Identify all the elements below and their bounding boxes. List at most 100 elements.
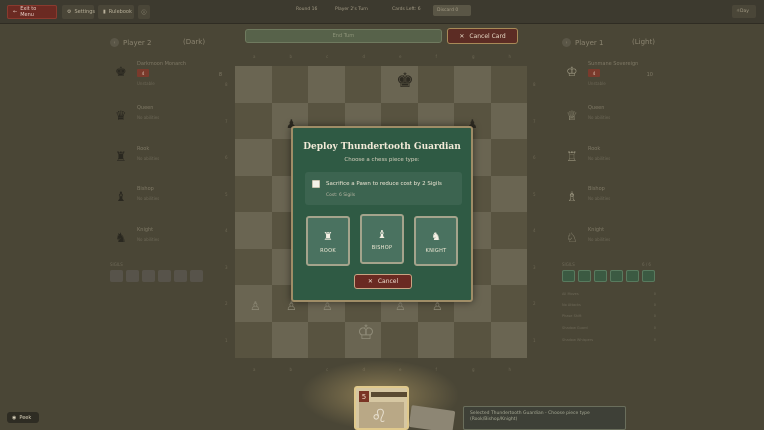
- light-monarch-piece[interactable]: ♔: [357, 322, 375, 342]
- board-square[interactable]: [490, 139, 527, 176]
- player1-side: (Light): [632, 38, 655, 46]
- board-square[interactable]: [344, 66, 381, 103]
- board-square[interactable]: [490, 285, 527, 322]
- player1-sigils-label: SIGILS: [562, 262, 575, 267]
- player2-name: Player 2: [123, 38, 152, 47]
- close-icon: ✕: [459, 32, 465, 40]
- exit-label: Exit to Menu: [20, 6, 37, 18]
- settings-label: Settings: [74, 9, 95, 15]
- piece-sub: No abilities: [137, 237, 160, 242]
- peek-button[interactable]: ◉ Peek: [7, 412, 39, 423]
- sacrifice-checkbox[interactable]: [312, 180, 320, 188]
- board-square[interactable]: [235, 248, 272, 285]
- board-square[interactable]: [235, 139, 272, 176]
- info-icon: ⓘ: [141, 9, 147, 16]
- theme-toggle[interactable]: ☼ Day: [732, 5, 756, 18]
- piece-name: Darkmoon Monarch: [137, 61, 187, 67]
- player1-name: Player 1: [575, 38, 604, 47]
- modal-title: Deploy Thundertooth Guardian: [303, 142, 461, 152]
- board-square[interactable]: [235, 175, 272, 212]
- sacrifice-option[interactable]: Sacrifice a Pawn to reduce cost by 2 Sig…: [305, 172, 462, 205]
- board-square[interactable]: [381, 321, 418, 358]
- rank-label: 7: [533, 118, 536, 124]
- board-square[interactable]: [490, 212, 527, 249]
- rook-label: ROOK: [320, 248, 336, 254]
- settings-button[interactable]: ⚙ Settings: [62, 5, 95, 19]
- player1-sigils-count: 6 / 6: [642, 262, 651, 267]
- board-square[interactable]: [417, 66, 454, 103]
- player2-title: ‹ Player 2: [110, 38, 151, 47]
- sigil-slot: [142, 270, 155, 282]
- board-square[interactable]: [490, 66, 527, 103]
- knight-option-button[interactable]: ♞ KNIGHT: [414, 216, 458, 266]
- board-square[interactable]: [417, 321, 454, 358]
- rook-icon: ♜: [323, 230, 333, 243]
- player1-piece-row: ♘ Knight No abilities: [566, 227, 681, 257]
- piece-count: 8: [218, 72, 222, 78]
- piece-sub: Unstable: [588, 81, 606, 86]
- piece-name: Sunmane Sovereign: [588, 61, 639, 67]
- board-square[interactable]: [235, 321, 272, 358]
- player1-piece-row: ♖ Rook No abilities: [566, 146, 681, 176]
- info-button[interactable]: ⓘ: [138, 5, 150, 19]
- piece-name: Queen: [588, 105, 605, 111]
- ability-count: 0: [653, 338, 656, 342]
- player1-piece-row: ♗ Bishop No abilities: [566, 186, 681, 216]
- player2-sigils-label: SIGILS: [110, 262, 123, 267]
- sigil-slot: [174, 270, 187, 282]
- board-square[interactable]: [271, 321, 308, 358]
- board-square[interactable]: [454, 66, 491, 103]
- ability-name: All Moves: [562, 292, 579, 296]
- dark-king-icon: ♚: [115, 65, 127, 80]
- bishop-option-button[interactable]: ♝ BISHOP: [360, 214, 404, 264]
- piece-name: Bishop: [588, 186, 605, 192]
- sigil-slot: [626, 270, 639, 282]
- file-label: h: [508, 367, 512, 372]
- arrow-left-icon: ←: [13, 9, 18, 15]
- board-square[interactable]: [235, 66, 272, 103]
- selected-card[interactable]: 5 ♌: [354, 386, 409, 430]
- board-square[interactable]: [271, 66, 308, 103]
- rank-label: 1: [225, 337, 228, 343]
- discard-pile-button[interactable]: Discard 0: [433, 5, 471, 16]
- rank-label: 6: [533, 155, 536, 160]
- sigil-slot: [594, 270, 607, 282]
- knight-icon: ♞: [431, 230, 441, 243]
- board-square[interactable]: [308, 321, 345, 358]
- rank-label: 8: [225, 82, 228, 87]
- board-square[interactable]: [454, 321, 491, 358]
- light-pawn-piece[interactable]: ♙: [250, 300, 261, 312]
- board-square[interactable]: [308, 66, 345, 103]
- modal-cancel-label: Cancel: [377, 278, 399, 285]
- board-square[interactable]: [490, 248, 527, 285]
- rulebook-button[interactable]: ▮ Rulebook: [98, 5, 134, 19]
- board-square[interactable]: [235, 212, 272, 249]
- board-square[interactable]: [490, 321, 527, 358]
- light-bishop-icon: ♗: [566, 190, 578, 205]
- dark-monarch-piece[interactable]: ♚: [396, 70, 414, 90]
- exit-to-menu-button[interactable]: ← Exit to Menu: [7, 5, 57, 19]
- rank-label: 4: [533, 228, 536, 233]
- turn-indicator: Player 2's Turn: [335, 7, 368, 12]
- cancel-card-button[interactable]: ✕ Cancel Card: [447, 28, 518, 44]
- board-square[interactable]: [235, 102, 272, 139]
- ability-name: Shadow Whispers: [562, 338, 594, 342]
- file-label: h: [508, 54, 512, 59]
- chevron-left-icon[interactable]: ‹: [110, 38, 119, 47]
- rulebook-label: Rulebook: [108, 9, 132, 15]
- chevron-right-icon[interactable]: ›: [562, 38, 571, 47]
- light-king-icon: ♔: [566, 65, 578, 80]
- rank-label: 2: [225, 301, 228, 306]
- piece-sub: No abilities: [137, 196, 160, 201]
- piece-badge: 4: [137, 69, 149, 77]
- bishop-icon: ♝: [377, 228, 387, 241]
- file-label: g: [472, 54, 475, 59]
- dark-bishop-icon: ♝: [115, 190, 127, 205]
- board-square[interactable]: [490, 175, 527, 212]
- end-turn-button[interactable]: End Turn: [245, 29, 442, 43]
- theme-label: Day: [740, 9, 749, 14]
- board-square[interactable]: [490, 102, 527, 139]
- modal-cancel-button[interactable]: ✕ Cancel: [354, 274, 412, 289]
- player1-piece-row: ♕ Queen No abilities: [566, 105, 681, 135]
- rook-option-button[interactable]: ♜ ROOK: [306, 216, 350, 266]
